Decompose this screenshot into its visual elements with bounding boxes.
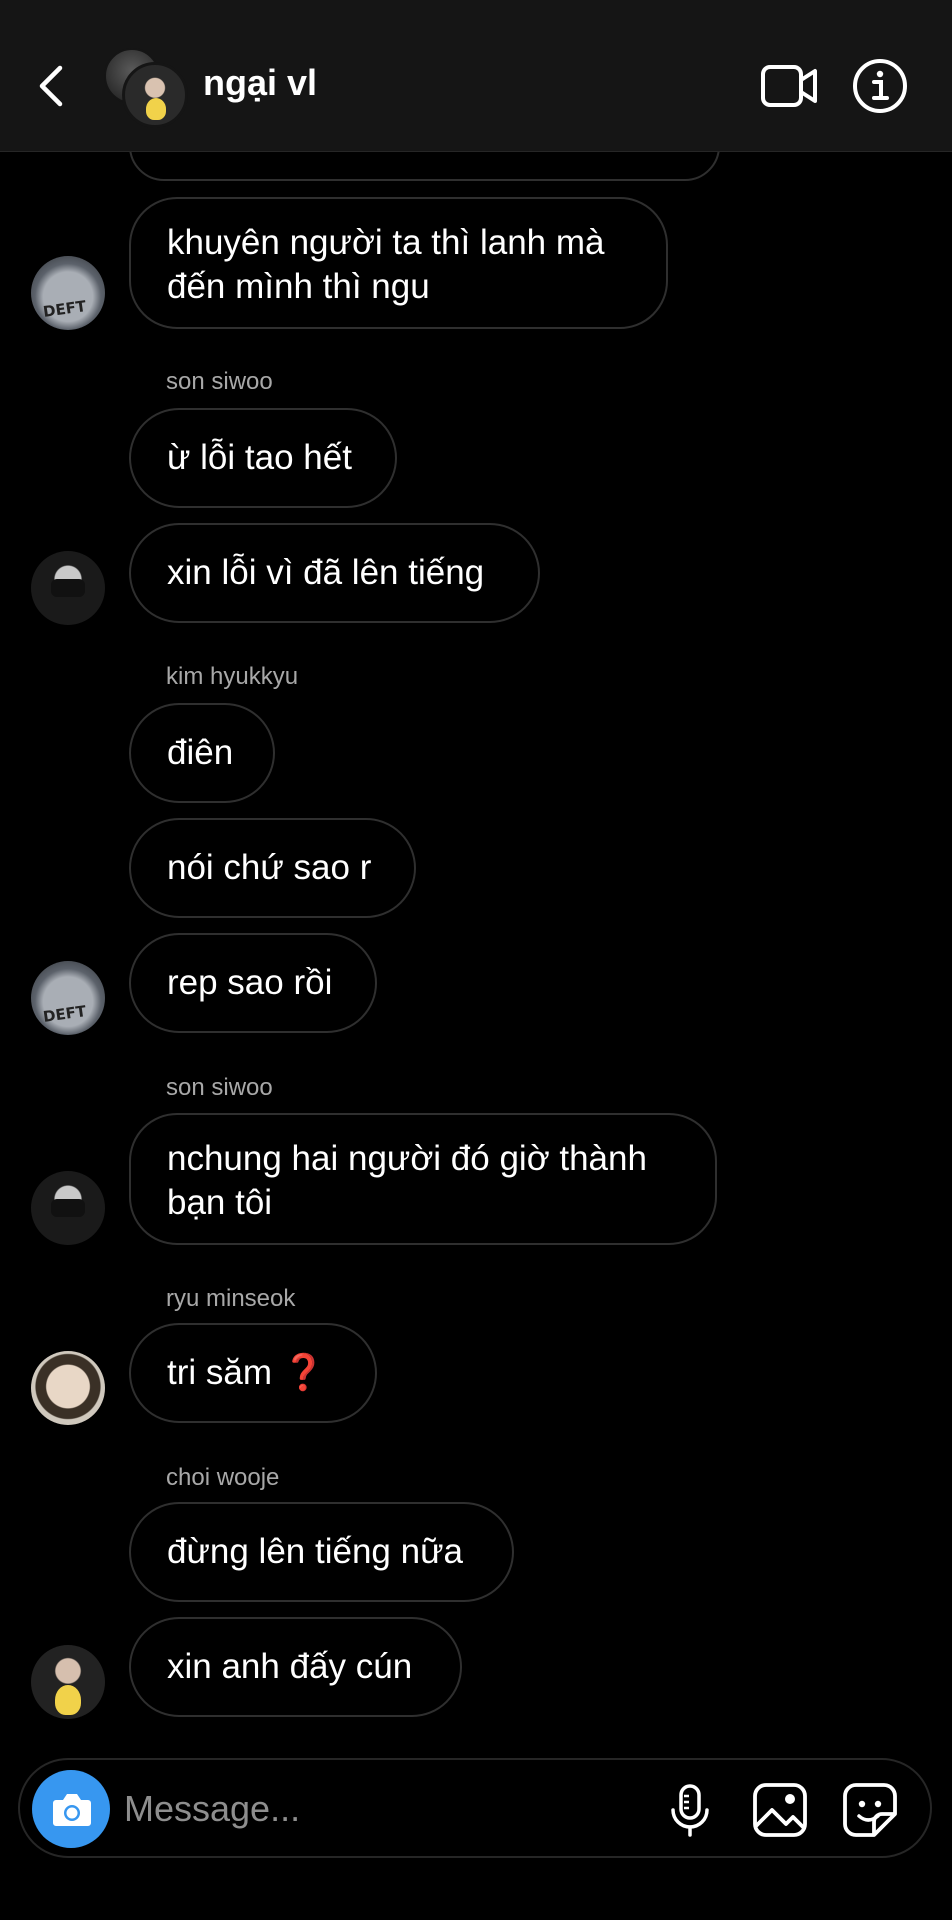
message-input[interactable] [122, 1784, 646, 1834]
image-icon [753, 1783, 807, 1837]
message-bubble[interactable]: nchung hai người đó giờ thành bạn tôi [129, 1113, 717, 1245]
sticker-button[interactable] [842, 1782, 898, 1838]
back-button[interactable] [34, 62, 70, 110]
sender-name: ryu minseok [166, 1285, 296, 1312]
avatar-print: DEFT [41, 1002, 88, 1026]
chat-title[interactable]: ngại vl [203, 62, 317, 104]
message-bubble[interactable]: xin lỗi vì đã lên tiếng [129, 523, 540, 623]
chat-header: ngại vl [0, 0, 952, 152]
sender-name: son siwoo [166, 368, 273, 395]
voice-button[interactable] [662, 1782, 718, 1838]
chevron-left-icon [39, 65, 63, 107]
sender-name: kim hyukkyu [166, 663, 299, 690]
group-avatar-front [122, 62, 188, 128]
message-bubble[interactable]: rep sao rồi [129, 933, 377, 1033]
avatar[interactable]: DEFT [31, 961, 105, 1035]
microphone-icon [671, 1784, 709, 1837]
avatar[interactable] [31, 1351, 105, 1425]
info-button[interactable] [852, 58, 908, 114]
group-avatar[interactable] [104, 48, 188, 128]
message-bubble[interactable]: xin anh đấy cún [129, 1617, 462, 1717]
info-icon [853, 59, 907, 113]
gallery-button[interactable] [752, 1782, 808, 1838]
message-thread[interactable]: DEFT khuyên người ta thì lanh mà đến mìn… [0, 111, 952, 1751]
message-composer [18, 1758, 932, 1858]
avatar[interactable]: DEFT [31, 256, 105, 330]
avatar[interactable] [31, 1645, 105, 1719]
message-bubble[interactable]: ừ lỗi tao hết [129, 408, 397, 508]
camera-icon [53, 1794, 91, 1826]
message-bubble[interactable]: nói chứ sao r [129, 818, 416, 918]
sticker-icon [843, 1783, 897, 1837]
video-call-button[interactable] [760, 62, 818, 110]
message-bubble[interactable]: điên [129, 703, 275, 803]
avatar[interactable] [31, 551, 105, 625]
avatar[interactable] [31, 1171, 105, 1245]
video-camera-icon [761, 65, 817, 107]
message-bubble[interactable]: tri săm ❓ [129, 1323, 377, 1423]
message-bubble[interactable]: khuyên người ta thì lanh mà đến mình thì… [129, 197, 668, 329]
sender-name: son siwoo [166, 1074, 273, 1101]
camera-button[interactable] [32, 1770, 110, 1848]
message-bubble[interactable]: đừng lên tiếng nữa [129, 1502, 514, 1602]
sender-name: choi wooje [166, 1464, 280, 1491]
avatar-print: DEFT [41, 297, 88, 321]
